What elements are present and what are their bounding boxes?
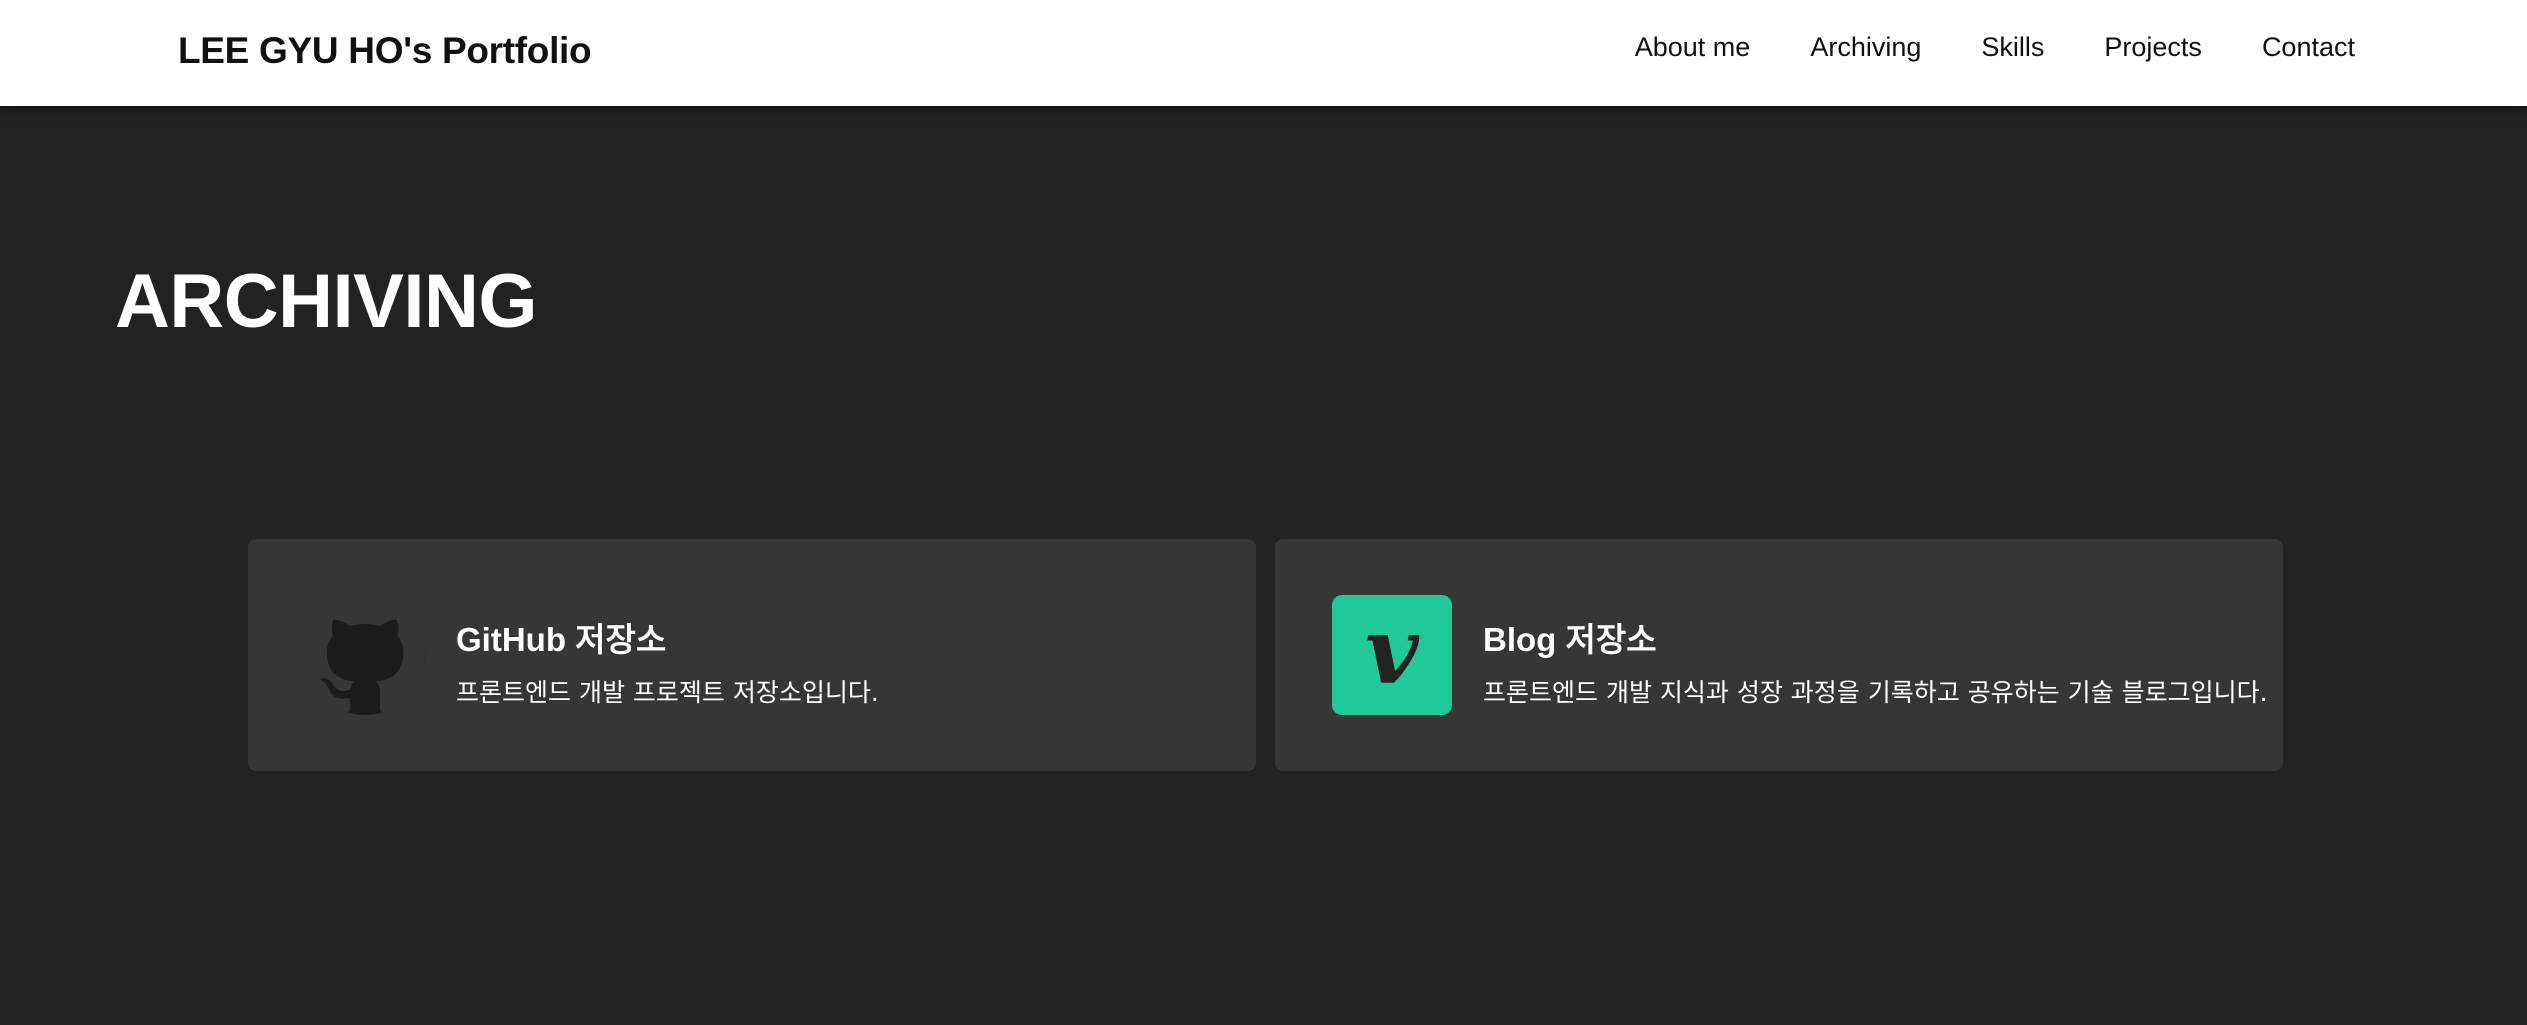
blog-card[interactable]: v Blog 저장소 프론트엔드 개발 지식과 성장 과정을 기록하고 공유하는… — [1275, 539, 2283, 771]
nav-skills[interactable]: Skills — [1981, 32, 2044, 63]
vimeo-glyph: v — [1365, 597, 1419, 705]
nav-projects[interactable]: Projects — [2104, 32, 2202, 63]
github-card-text: GitHub 저장소 프론트엔드 개발 프로젝트 저장소입니다. — [456, 613, 879, 709]
blog-card-text: Blog 저장소 프론트엔드 개발 지식과 성장 과정을 기록하고 공유하는 기… — [1483, 613, 2268, 709]
site-header: LEE GYU HO's Portfolio About me Archivin… — [0, 0, 2527, 106]
vimeo-icon: v — [1332, 595, 1452, 715]
github-icon — [305, 595, 425, 715]
nav-archiving[interactable]: Archiving — [1810, 32, 1921, 63]
github-card-title: GitHub 저장소 — [456, 621, 667, 658]
nav-about-me[interactable]: About me — [1635, 32, 1751, 63]
nav-contact[interactable]: Contact — [2262, 32, 2355, 63]
github-card-description: 프론트엔드 개발 프로젝트 저장소입니다. — [456, 678, 879, 707]
site-logo[interactable]: LEE GYU HO's Portfolio — [178, 30, 592, 72]
blog-card-title: Blog 저장소 — [1483, 621, 1657, 658]
section-title: ARCHIVING — [115, 259, 537, 344]
main-nav: About me Archiving Skills Projects Conta… — [1635, 32, 2355, 63]
github-card[interactable]: GitHub 저장소 프론트엔드 개발 프로젝트 저장소입니다. — [248, 539, 1256, 771]
vimeo-logo-box: v — [1332, 595, 1452, 715]
blog-card-description: 프론트엔드 개발 지식과 성장 과정을 기록하고 공유하는 기술 블로그입니다. — [1483, 678, 2268, 707]
